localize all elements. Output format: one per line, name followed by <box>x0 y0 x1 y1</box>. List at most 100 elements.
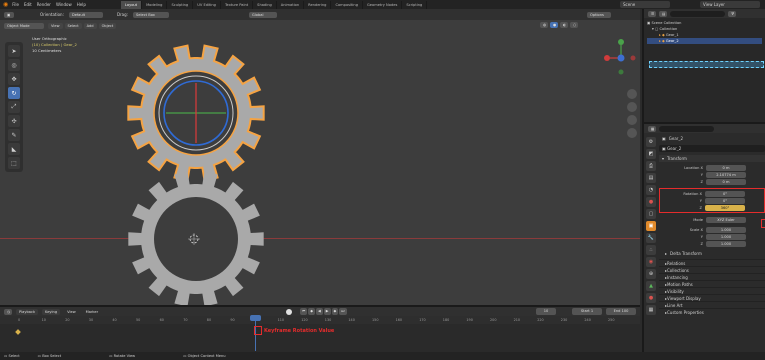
section-motion-paths[interactable]: ▸ Motion Paths <box>659 280 765 287</box>
view-controls[interactable] <box>627 89 637 138</box>
scale-x-label: Scale X <box>689 227 703 232</box>
menu-render[interactable]: Render <box>37 2 51 7</box>
location-z-field[interactable]: 0 m <box>706 178 746 185</box>
scene-tab-icon[interactable]: ◔ <box>646 185 656 195</box>
keying-menu[interactable]: Keying <box>42 308 61 315</box>
play-reverse-icon[interactable]: ◀ <box>316 308 323 315</box>
jump-end-icon[interactable]: ⏭ <box>339 308 347 315</box>
object-tab-icon[interactable]: ▣ <box>646 221 656 231</box>
select-tool-icon[interactable]: ▣ <box>4 11 14 18</box>
workspace-tabs: Layout Modeling Sculpting UV Editing Texture… <box>120 0 428 9</box>
view-layer-tab-icon[interactable]: ▤ <box>646 173 656 183</box>
render-tab-icon[interactable]: ◩ <box>646 149 656 159</box>
rotation-mode-dropdown[interactable]: XYZ Euler <box>706 216 746 223</box>
scale-z-label: Z <box>700 241 703 246</box>
workspace-tab-rendering[interactable]: Rendering <box>304 0 332 9</box>
next-key-icon[interactable]: ◆ <box>331 308 339 315</box>
playhead-frame-badge[interactable] <box>250 315 261 321</box>
output-tab-icon[interactable]: ⎙ <box>646 161 656 171</box>
collection-tab-icon[interactable]: ▢ <box>646 209 656 219</box>
outliner-search-input[interactable] <box>670 10 725 17</box>
material-tab-icon[interactable]: ● <box>646 293 656 303</box>
timeline-editor-icon[interactable]: ◷ <box>4 308 12 315</box>
keyframe-area[interactable]: Keyframe Rotation Value <box>0 315 640 352</box>
workspace-tab-modeling[interactable]: Modeling <box>142 0 168 9</box>
menu-edit[interactable]: Edit <box>24 2 32 7</box>
workspace-tab-shading[interactable]: Shading <box>253 0 277 9</box>
orientation-dropdown[interactable]: Default <box>68 11 103 18</box>
properties-search-input[interactable] <box>659 125 714 132</box>
prev-key-icon[interactable]: ◆ <box>308 308 315 315</box>
end-frame-field[interactable]: End 100 <box>606 308 636 315</box>
navigation-gizmo[interactable] <box>604 39 636 75</box>
constraints-tab-icon[interactable]: ⊕ <box>646 269 656 279</box>
options-dropdown[interactable]: Options <box>587 11 611 18</box>
scale-x-field[interactable]: 1.000 <box>706 226 746 233</box>
workspace-tab-geometry-nodes[interactable]: Geometry Nodes <box>363 0 403 9</box>
section-viewport-display[interactable]: ▸ Viewport Display <box>659 294 765 301</box>
play-icon[interactable]: ▶ <box>323 308 331 315</box>
frame-tick-label: 10 <box>41 318 46 322</box>
rotation-z-field[interactable]: 360° <box>705 204 745 211</box>
menu-help[interactable]: Help <box>77 2 86 7</box>
end-label: End <box>613 309 621 313</box>
outliner: ☰ ▤ ⧩ ▣ Scene Collection ▾ ▢ Collection … <box>642 9 765 122</box>
menu-window[interactable]: Window <box>56 2 72 7</box>
section-visibility[interactable]: ▸ Visibility <box>659 287 765 294</box>
transform-orientation-dropdown[interactable]: Global <box>249 11 277 18</box>
section-custom-properties[interactable]: ▸ Custom Properties <box>659 308 765 315</box>
workspace-tab-texture-paint[interactable]: Texture Paint <box>221 0 254 9</box>
status-context: ▭ Object Context Menu <box>183 354 225 358</box>
data-tab-icon[interactable]: ▲ <box>646 281 656 291</box>
blender-logo-icon[interactable]: ◉ <box>3 1 8 8</box>
location-x-field[interactable]: 0 m <box>706 164 746 171</box>
workspace-tab-sculpting[interactable]: Sculpting <box>167 0 194 9</box>
transform-panel-header[interactable]: ▾ Transform <box>659 155 765 162</box>
record-button[interactable] <box>286 309 292 315</box>
scene-selector[interactable]: Scene <box>620 1 670 8</box>
texture-tab-icon[interactable]: ▦ <box>646 305 656 315</box>
particles-tab-icon[interactable]: ∴ <box>646 245 656 255</box>
section-instancing[interactable]: ▸ Instancing <box>659 273 765 280</box>
gear-2-row[interactable]: ▸ ◆ Gear_2 <box>647 38 762 44</box>
3d-viewport[interactable]: Object Mode View Select Add Object ◍ ● ◐… <box>0 20 640 305</box>
display-mode-icon[interactable]: ▤ <box>659 10 667 17</box>
location-y-field[interactable]: 2.10774 m <box>706 171 746 178</box>
workspace-tab-animation[interactable]: Animation <box>277 0 305 9</box>
frame-tick-label: 90 <box>230 318 235 322</box>
drag-dropdown[interactable]: Select Box <box>133 11 169 18</box>
section-line-art[interactable]: ▸ Line Art <box>659 301 765 308</box>
playback-menu[interactable]: Playback <box>16 308 39 315</box>
workspace-tab-scripting[interactable]: Scripting <box>402 0 428 9</box>
view-menu[interactable]: View <box>64 309 79 315</box>
physics-tab-icon[interactable]: ◉ <box>646 257 656 267</box>
gear-2[interactable] <box>128 171 264 305</box>
filter-icon[interactable]: ⧩ <box>728 10 736 17</box>
rotation-y-field[interactable]: 0° <box>705 197 745 204</box>
workspace-tab-layout[interactable]: Layout <box>120 0 143 9</box>
scale-z-field[interactable]: 1.000 <box>706 240 746 247</box>
frame-ruler[interactable]: 0102030405060708090100110120130140150160… <box>0 316 640 324</box>
outliner-editor-icon[interactable]: ☰ <box>648 10 656 17</box>
tool-tab-icon[interactable]: ⚙ <box>646 137 656 147</box>
current-frame-field[interactable]: 10 <box>536 308 556 315</box>
delta-transform-header[interactable]: ▸ Delta Transform <box>659 250 765 257</box>
playback-controls[interactable]: ⏮ ◆ ◀ ▶ ◆ ⏭ <box>300 308 347 315</box>
object-name-field[interactable]: ▣ Gear_2 <box>659 145 765 152</box>
world-tab-icon[interactable]: ● <box>646 197 656 207</box>
workspace-tab-compositing[interactable]: Compositing <box>331 0 363 9</box>
start-frame-field[interactable]: Start 1 <box>572 308 602 315</box>
jump-start-icon[interactable]: ⏮ <box>300 308 308 315</box>
rotate-gizmo[interactable] <box>158 75 234 151</box>
view-layer-selector[interactable]: View Layer <box>700 1 760 8</box>
modifier-tab-icon[interactable]: 🔧 <box>646 233 656 243</box>
section-relations[interactable]: ▸ Relations <box>659 259 765 266</box>
menu-file[interactable]: File <box>12 2 19 7</box>
section-collections[interactable]: ▸ Collections <box>659 266 765 273</box>
marker-menu[interactable]: Marker <box>83 309 101 315</box>
workspace-tab-uv-editing[interactable]: UV Editing <box>193 0 221 9</box>
properties-editor-icon[interactable]: ▦ <box>648 125 656 132</box>
keyframe-marker[interactable] <box>15 329 21 335</box>
rotation-x-field[interactable]: 0° <box>705 190 745 197</box>
scale-y-field[interactable]: 1.000 <box>706 233 746 240</box>
